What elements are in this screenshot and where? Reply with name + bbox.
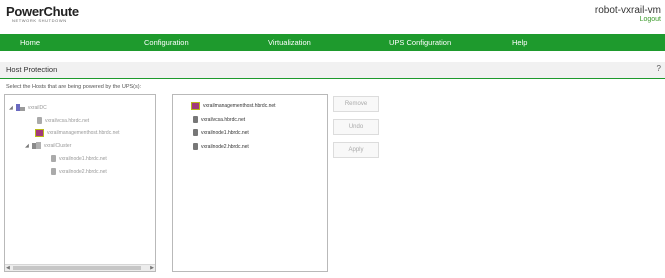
nav-virtualization[interactable]: Virtualization bbox=[268, 38, 311, 47]
tree-node-label: vxrailnode1.hbrdc.net bbox=[59, 155, 107, 162]
tree-node-label: vxrailDC bbox=[27, 105, 47, 111]
page-title: Host Protection bbox=[6, 65, 58, 74]
datacenter-icon bbox=[15, 104, 25, 112]
triangle-down-icon[interactable]: ◢ bbox=[9, 105, 13, 111]
server-icon bbox=[51, 155, 56, 162]
list-item-label: vxrailvcsa.hbrdc.net bbox=[201, 116, 246, 123]
server-icon bbox=[193, 129, 198, 136]
scrollbar-thumb[interactable] bbox=[13, 266, 141, 270]
host-name: robot-vxrail-vm bbox=[594, 5, 661, 16]
server-icon bbox=[193, 143, 198, 150]
vm-icon bbox=[191, 102, 200, 110]
cluster-icon bbox=[31, 142, 41, 149]
tree-node-host[interactable]: vxrailvcsa.hbrdc.net bbox=[37, 117, 89, 124]
tree-node-label: vxrailCluster bbox=[43, 142, 72, 149]
remove-button[interactable]: Remove bbox=[333, 96, 379, 112]
horizontal-scrollbar[interactable]: ◀ ▶ bbox=[5, 264, 155, 271]
nav-help[interactable]: Help bbox=[512, 38, 527, 47]
section-header: Host Protection ? bbox=[0, 62, 665, 79]
list-item[interactable]: vxrailnode1.hbrdc.net bbox=[193, 129, 249, 136]
scroll-right-icon[interactable]: ▶ bbox=[150, 265, 154, 271]
server-icon bbox=[193, 116, 198, 123]
nav-home[interactable]: Home bbox=[20, 38, 40, 47]
server-icon bbox=[37, 117, 42, 124]
nav-configuration[interactable]: Configuration bbox=[144, 38, 189, 47]
triangle-down-icon[interactable]: ◢ bbox=[25, 143, 29, 149]
logo-main-text: PowerChute bbox=[6, 4, 79, 19]
list-item[interactable]: vxrailvcsa.hbrdc.net bbox=[193, 116, 245, 123]
server-icon bbox=[51, 168, 56, 175]
logout-link[interactable]: Logout bbox=[595, 16, 661, 23]
undo-button[interactable]: Undo bbox=[333, 119, 379, 135]
selected-hosts-list: vxrailmanagementhost.hbrdc.net vxrailvcs… bbox=[172, 94, 328, 272]
tree-node-label: vxrailmanagementhost.hbrdc.net bbox=[47, 130, 120, 136]
tree-node-datacenter[interactable]: ◢ vxrailDC bbox=[9, 104, 47, 112]
available-hosts-tree: ◢ vxrailDC vxrailvcsa.hbrdc.net vxrailma… bbox=[4, 94, 156, 272]
list-item-label: vxrailmanagementhost.hbrdc.net bbox=[203, 103, 276, 109]
tree-node-vm[interactable]: vxrailmanagementhost.hbrdc.net bbox=[35, 129, 120, 137]
tree-node-label: vxrailnode2.hbrdc.net bbox=[59, 168, 107, 175]
apply-button[interactable]: Apply bbox=[333, 142, 379, 158]
help-icon[interactable]: ? bbox=[657, 64, 661, 73]
list-item-label: vxrailnode1.hbrdc.net bbox=[201, 129, 249, 136]
tree-node-host[interactable]: vxrailnode2.hbrdc.net bbox=[51, 168, 107, 175]
header-host-area: robot-vxrail-vm Logout bbox=[595, 5, 661, 23]
list-item[interactable]: vxrailmanagementhost.hbrdc.net bbox=[191, 102, 276, 110]
nav-ups-configuration[interactable]: UPS Configuration bbox=[389, 38, 451, 47]
list-item[interactable]: vxrailnode2.hbrdc.net bbox=[193, 143, 249, 150]
scroll-left-icon[interactable]: ◀ bbox=[6, 265, 10, 271]
vm-icon bbox=[35, 129, 44, 137]
powerchute-logo: PowerChute NETWORK SHUTDOWN bbox=[6, 4, 79, 23]
list-item-label: vxrailnode2.hbrdc.net bbox=[201, 143, 249, 150]
tree-node-host[interactable]: vxrailnode1.hbrdc.net bbox=[51, 155, 107, 162]
main-nav-bar: Home Configuration Virtualization UPS Co… bbox=[0, 34, 665, 51]
tree-node-cluster[interactable]: ◢ vxrailCluster bbox=[25, 142, 71, 149]
instruction-text: Select the Hosts that are being powered … bbox=[6, 84, 142, 90]
tree-node-label: vxrailvcsa.hbrdc.net bbox=[45, 117, 90, 124]
